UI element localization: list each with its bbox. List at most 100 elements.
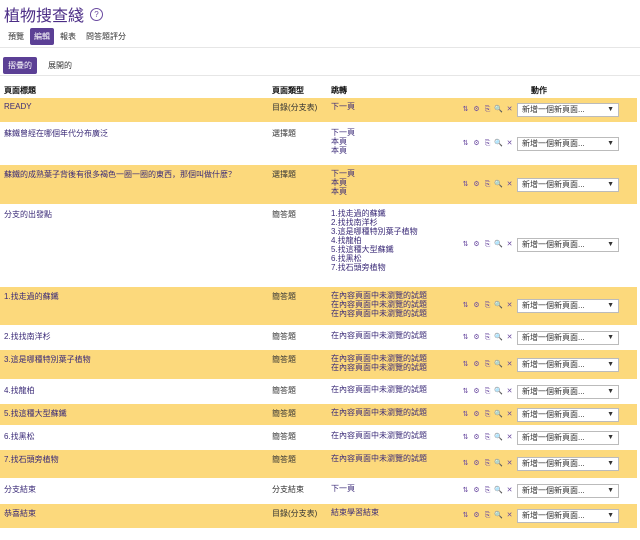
move-icon[interactable]: ⇅ [461, 360, 470, 369]
page-title-link[interactable]: 7.找石頭旁植物 [4, 454, 59, 465]
tab-0[interactable]: 預覽 [4, 28, 28, 45]
help-icon[interactable]: ? [90, 7, 104, 21]
jump-target[interactable]: 在內容頁面中未瀏覽的試題 [331, 408, 427, 417]
jump-target[interactable]: 6.找黑松 [331, 254, 418, 263]
settings-icon[interactable]: ⚙ [472, 486, 481, 495]
page-title-link[interactable]: 分支結束 [4, 484, 36, 495]
tab-3[interactable]: 問答題評分 [82, 28, 130, 45]
jump-target[interactable]: 在內容頁面中未瀏覽的試題 [331, 431, 427, 440]
jump-target[interactable]: 在內容頁面中未瀏覽的試題 [331, 454, 427, 463]
jump-target[interactable]: 在內容頁面中未瀏覽的試題 [331, 385, 427, 394]
add-page-select[interactable]: 新增一個新頁面... ▼ [517, 178, 619, 192]
move-icon[interactable]: ⇅ [461, 511, 470, 520]
copy-icon[interactable]: ⎘ [483, 433, 492, 442]
jump-target[interactable]: 在內容頁面中未瀏覽的試題 [331, 309, 427, 318]
page-title-link[interactable]: 恭喜結束 [4, 508, 36, 519]
settings-icon[interactable]: ⚙ [472, 301, 481, 310]
add-page-select[interactable]: 新增一個新頁面... ▼ [517, 238, 619, 252]
delete-icon[interactable]: ✕ [505, 511, 514, 520]
page-title-link[interactable]: 3.這是哪種特別葉子植物 [4, 354, 91, 365]
delete-icon[interactable]: ✕ [505, 433, 514, 442]
page-title-link[interactable]: 4.找龍柏 [4, 385, 35, 396]
add-page-select[interactable]: 新增一個新頁面... ▼ [517, 484, 619, 498]
preview-icon[interactable]: 🔍 [494, 459, 503, 468]
copy-icon[interactable]: ⎘ [483, 333, 492, 342]
move-icon[interactable]: ⇅ [461, 433, 470, 442]
settings-icon[interactable]: ⚙ [472, 139, 481, 148]
subtab-0[interactable]: 摺疊的 [3, 57, 37, 74]
move-icon[interactable]: ⇅ [461, 459, 470, 468]
preview-icon[interactable]: 🔍 [494, 433, 503, 442]
jump-target[interactable]: 在內容頁面中未瀏覽的試題 [331, 300, 427, 309]
preview-icon[interactable]: 🔍 [494, 180, 503, 189]
copy-icon[interactable]: ⎘ [483, 301, 492, 310]
delete-icon[interactable]: ✕ [505, 139, 514, 148]
copy-icon[interactable]: ⎘ [483, 410, 492, 419]
jump-target[interactable]: 本頁 [331, 187, 355, 196]
copy-icon[interactable]: ⎘ [483, 486, 492, 495]
preview-icon[interactable]: 🔍 [494, 139, 503, 148]
jump-target[interactable]: 在內容頁面中未瀏覽的試題 [331, 354, 427, 363]
preview-icon[interactable]: 🔍 [494, 105, 503, 114]
delete-icon[interactable]: ✕ [505, 180, 514, 189]
add-page-select[interactable]: 新增一個新頁面... ▼ [517, 103, 619, 117]
delete-icon[interactable]: ✕ [505, 459, 514, 468]
delete-icon[interactable]: ✕ [505, 333, 514, 342]
jump-target[interactable]: 下一頁 [331, 169, 355, 178]
settings-icon[interactable]: ⚙ [472, 387, 481, 396]
page-title-link[interactable]: READY [4, 102, 32, 111]
settings-icon[interactable]: ⚙ [472, 410, 481, 419]
copy-icon[interactable]: ⎘ [483, 240, 492, 249]
copy-icon[interactable]: ⎘ [483, 360, 492, 369]
settings-icon[interactable]: ⚙ [472, 240, 481, 249]
jump-target[interactable]: 3.這是哪種特別葉子植物 [331, 227, 418, 236]
jump-target[interactable]: 7.找石頭旁植物 [331, 263, 418, 272]
add-page-select[interactable]: 新增一個新頁面... ▼ [517, 408, 619, 422]
preview-icon[interactable]: 🔍 [494, 486, 503, 495]
tab-2[interactable]: 報表 [56, 28, 80, 45]
move-icon[interactable]: ⇅ [461, 333, 470, 342]
jump-target[interactable]: 下一頁 [331, 128, 355, 137]
delete-icon[interactable]: ✕ [505, 105, 514, 114]
jump-target[interactable]: 在內容頁面中未瀏覽的試題 [331, 363, 427, 372]
move-icon[interactable]: ⇅ [461, 486, 470, 495]
add-page-select[interactable]: 新增一個新頁面... ▼ [517, 331, 619, 345]
jump-target[interactable]: 在內容頁面中未瀏覽的試題 [331, 331, 427, 340]
settings-icon[interactable]: ⚙ [472, 180, 481, 189]
preview-icon[interactable]: 🔍 [494, 301, 503, 310]
settings-icon[interactable]: ⚙ [472, 433, 481, 442]
jump-target[interactable]: 下一頁 [331, 102, 355, 111]
settings-icon[interactable]: ⚙ [472, 333, 481, 342]
preview-icon[interactable]: 🔍 [494, 511, 503, 520]
preview-icon[interactable]: 🔍 [494, 387, 503, 396]
preview-icon[interactable]: 🔍 [494, 360, 503, 369]
page-title-link[interactable]: 1.找走過的蘇鐵 [4, 291, 59, 302]
subtab-1[interactable]: 展開的 [43, 57, 77, 74]
jump-target[interactable]: 5.找這種大型蘇鐵 [331, 245, 418, 254]
delete-icon[interactable]: ✕ [505, 410, 514, 419]
preview-icon[interactable]: 🔍 [494, 240, 503, 249]
page-title-link[interactable]: 蘇鐵曾經在哪個年代分布廣泛 [4, 128, 108, 139]
copy-icon[interactable]: ⎘ [483, 459, 492, 468]
settings-icon[interactable]: ⚙ [472, 360, 481, 369]
page-title-link[interactable]: 6.找黑松 [4, 431, 35, 442]
add-page-select[interactable]: 新增一個新頁面... ▼ [517, 509, 619, 523]
jump-target[interactable]: 本頁 [331, 146, 355, 155]
move-icon[interactable]: ⇅ [461, 139, 470, 148]
delete-icon[interactable]: ✕ [505, 486, 514, 495]
page-title-link[interactable]: 蘇鐵的成熟葉子背後有很多褐色一圈一圈的東西，那個叫做什麼？ [4, 169, 236, 180]
jump-target[interactable]: 本頁 [331, 137, 355, 146]
delete-icon[interactable]: ✕ [505, 387, 514, 396]
move-icon[interactable]: ⇅ [461, 387, 470, 396]
page-title-link[interactable]: 2.找找南洋杉 [4, 331, 51, 342]
delete-icon[interactable]: ✕ [505, 240, 514, 249]
add-page-select[interactable]: 新增一個新頁面... ▼ [517, 358, 619, 372]
jump-target[interactable]: 2.找找南洋杉 [331, 218, 418, 227]
move-icon[interactable]: ⇅ [461, 410, 470, 419]
jump-target[interactable]: 4.找龍柏 [331, 236, 418, 245]
settings-icon[interactable]: ⚙ [472, 105, 481, 114]
jump-target[interactable]: 1.找走過的蘇鐵 [331, 209, 418, 218]
preview-icon[interactable]: 🔍 [494, 410, 503, 419]
add-page-select[interactable]: 新增一個新頁面... ▼ [517, 385, 619, 399]
copy-icon[interactable]: ⎘ [483, 139, 492, 148]
